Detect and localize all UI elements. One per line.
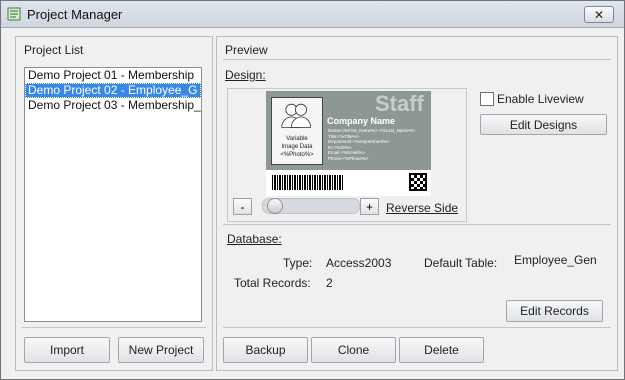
project-list-panel: Project List Demo Project 01 - Membershi… [15,36,213,371]
import-button-label: Import [49,343,84,357]
clone-label: Clone [337,343,370,357]
photo-caption-line: <%Photo%> [280,152,314,158]
person-icon [281,103,312,128]
total-records-label: Total Records: [234,276,311,290]
preview-panel: Preview Design: Variable Image Data <%Ph… [216,36,618,371]
import-button[interactable]: Import [24,337,110,363]
card-field: Name:<%First_Name%> <%Last_Name%> [328,128,416,133]
delete-button[interactable]: Delete [399,337,484,363]
project-list-title: Project List [24,43,84,57]
delete-label: Delete [424,343,459,357]
zoom-in-button[interactable]: + [360,198,379,215]
photo-caption-line: Variable [286,136,308,142]
id-card-preview: Variable Image Data <%Photo%> Staff Comp… [266,91,431,196]
left-panel-divider [22,327,206,328]
reverse-side-link[interactable]: Reverse Side [386,201,458,215]
zoom-out-button[interactable]: - [233,198,252,215]
title-bar[interactable]: Project Manager ✕ [1,1,624,28]
project-list-item[interactable]: Demo Project 01 - Membership [25,68,201,83]
barcode [272,175,344,190]
card-staff-text: Staff [375,91,424,116]
edit-designs-button[interactable]: Edit Designs [480,114,607,135]
close-button[interactable]: ✕ [584,6,614,23]
preview-divider [223,59,611,60]
card-fields: Name:<%First_Name%> <%Last_Name%> Title:… [328,128,415,161]
card-company-name: Company Name [327,116,396,126]
actions-divider [223,327,611,328]
backup-button[interactable]: Backup [223,337,308,363]
enable-liveview-checkbox[interactable] [480,92,494,106]
qr-code [409,173,427,191]
new-project-button-label: New Project [128,343,194,357]
close-icon: ✕ [593,7,605,22]
zoom-slider-thumb[interactable] [267,198,283,214]
photo-caption: Variable Image Data <%Photo%> [272,135,322,159]
type-value: Access2003 [326,256,392,270]
project-manager-window: Project Manager ✕ Project List Demo Proj… [0,0,625,380]
project-list-item[interactable]: Demo Project 03 - Membership_ [25,98,201,113]
default-table-value: Employee_Gen [514,253,597,267]
plus-icon: + [365,199,373,214]
project-listbox[interactable]: Demo Project 01 - Membership Demo Projec… [24,67,202,322]
type-label: Type: [283,256,313,270]
new-project-button[interactable]: New Project [118,337,204,363]
project-list-item-selected[interactable]: Demo Project 02 - Employee_G [25,83,201,98]
edit-records-label: Edit Records [520,304,589,318]
edit-records-button[interactable]: Edit Records [506,300,603,322]
photo-placeholder: Variable Image Data <%Photo%> [271,97,323,165]
database-divider [223,224,611,225]
project-manager-icon [7,7,21,21]
total-records-value: 2 [326,276,333,290]
minus-icon: - [240,199,245,214]
clone-button[interactable]: Clone [311,337,396,363]
photo-caption-line: Image Data [281,144,313,150]
default-table-label: Default Table: [424,256,498,270]
design-label: Design: [225,68,266,82]
card-field: Phone:<%Phone%> [328,155,369,161]
design-preview: Variable Image Data <%Photo%> Staff Comp… [227,88,467,222]
backup-label: Backup [245,343,286,357]
zoom-slider[interactable] [262,198,360,214]
database-label: Database: [227,232,282,246]
window-title: Project Manager [27,7,123,22]
edit-designs-label: Edit Designs [509,117,578,132]
card-footer [266,170,431,196]
enable-liveview-label[interactable]: Enable Liveview [497,92,584,106]
preview-title: Preview [225,43,268,57]
